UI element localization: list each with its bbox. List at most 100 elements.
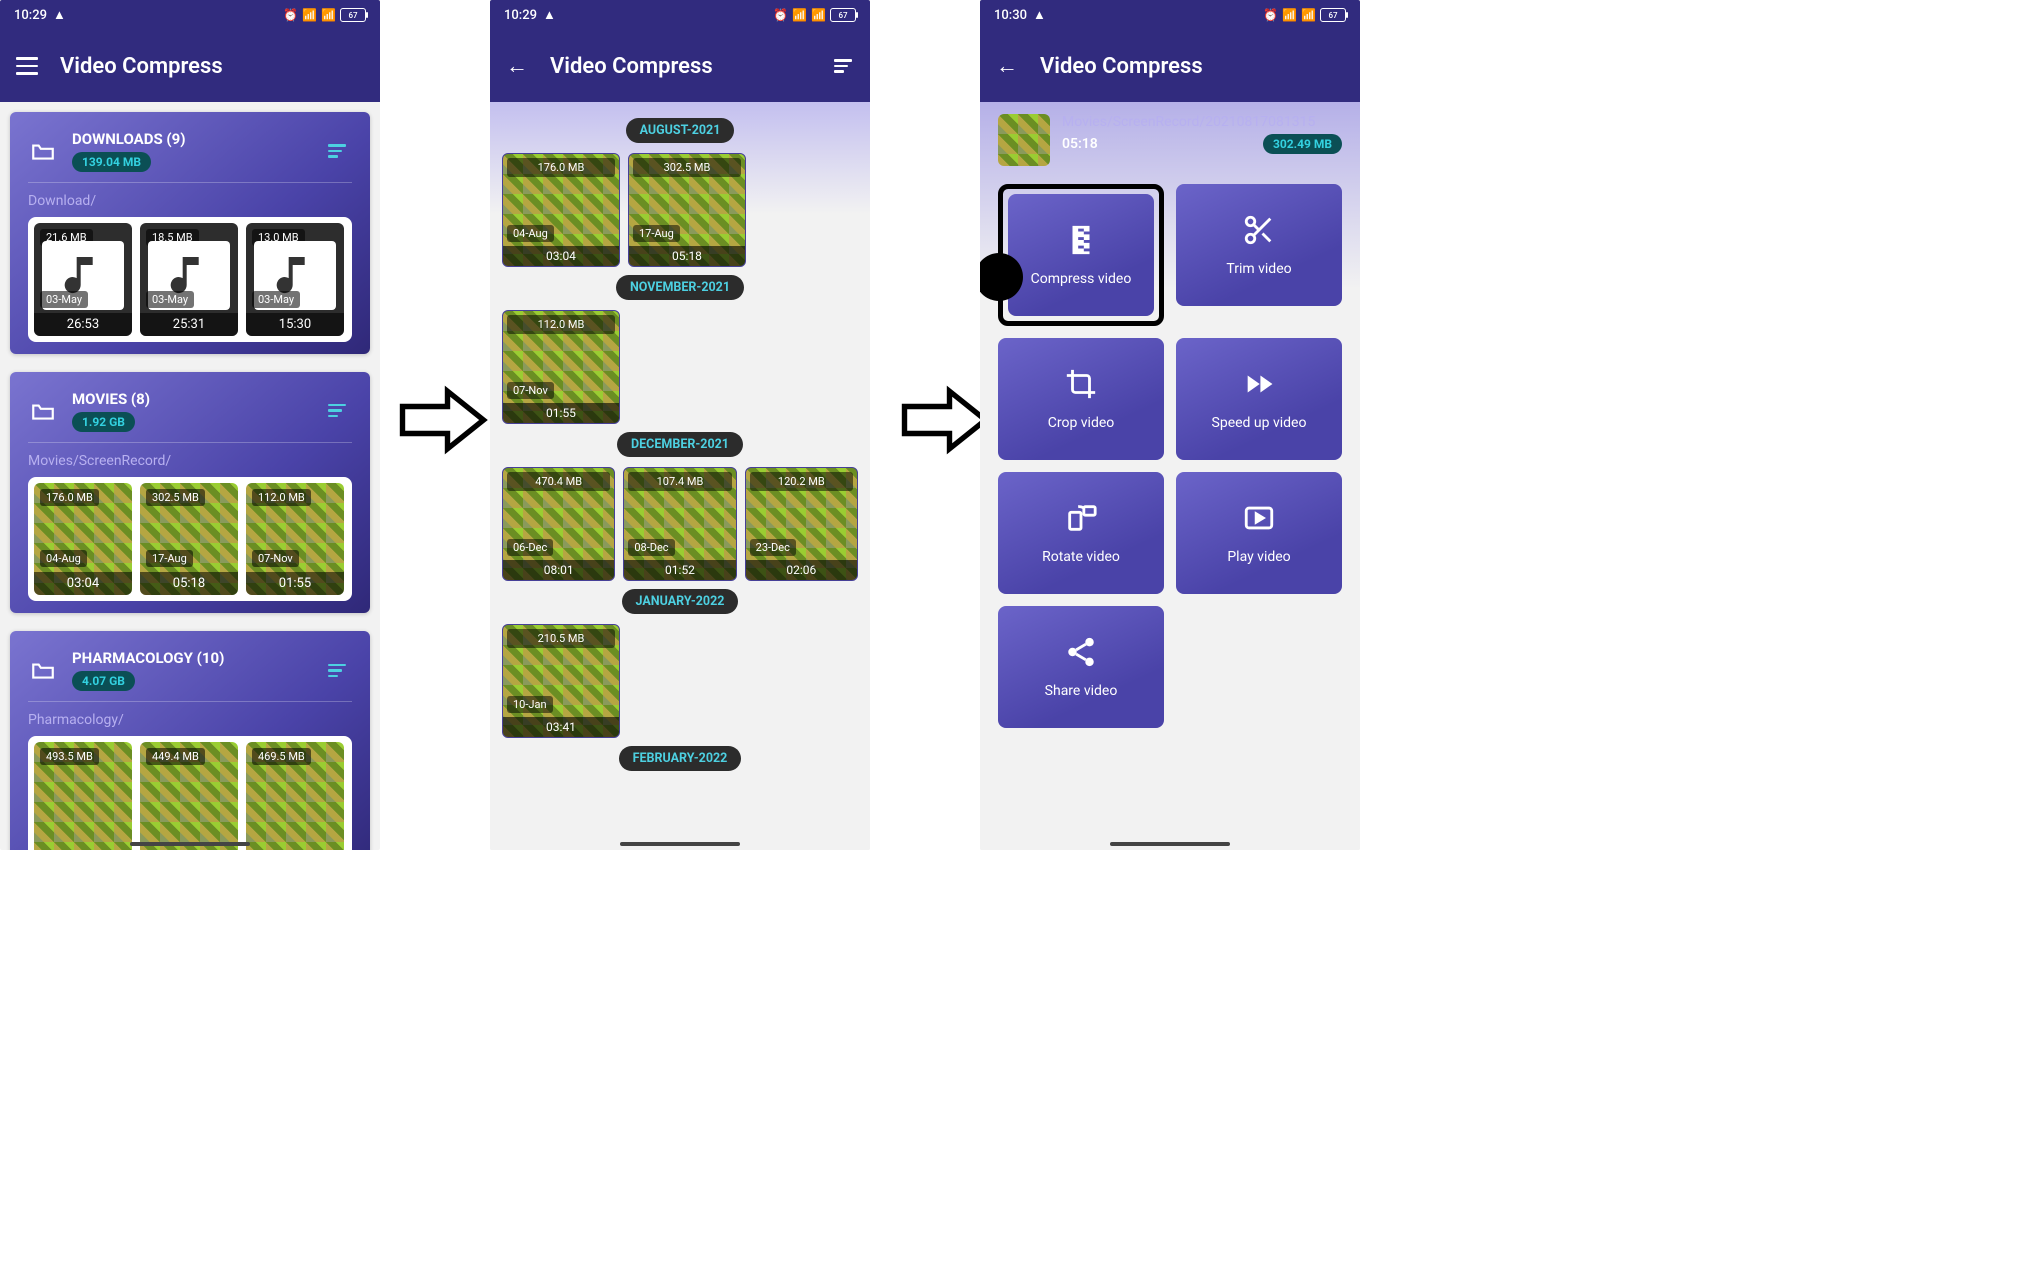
app-title: Video Compress <box>550 54 713 79</box>
folder-list[interactable]: DOWNLOADS (9) 139.04 MB Download/21.6 MB… <box>0 102 380 850</box>
action-rotate[interactable]: Rotate video <box>998 472 1164 594</box>
folder-icon <box>28 138 58 164</box>
thumb-date: 06-Dec <box>507 539 553 556</box>
battery-icon: 67 <box>340 8 366 22</box>
video-thumbnail[interactable]: 176.0 MB04-Aug03:04 <box>34 483 132 596</box>
action-label: Share video <box>1045 683 1118 699</box>
thumb-date: 07-Nov <box>507 382 554 399</box>
thumb-date: 03-May <box>146 291 194 308</box>
back-button[interactable]: ← <box>992 51 1022 81</box>
video-thumbnail[interactable]: 302.5 MB17-Aug05:18 <box>140 483 238 596</box>
folder-icon <box>28 657 58 683</box>
thumb-size: 302.5 MB <box>633 158 741 177</box>
folder-path: Pharmacology/ <box>28 712 352 728</box>
video-row: 470.4 MB 06-Dec 08:01107.4 MB 08-Dec 01:… <box>502 467 858 581</box>
video-thumbnail[interactable]: 469.5 MB <box>246 742 344 850</box>
folder-card[interactable]: DOWNLOADS (9) 139.04 MB Download/21.6 MB… <box>10 112 370 354</box>
thumb-date: 08-Dec <box>628 539 674 556</box>
file-thumbnail <box>998 114 1050 166</box>
video-thumbnail[interactable]: 21.6 MB03-May26:53 <box>34 223 132 336</box>
warning-icon: ▲ <box>53 7 66 23</box>
battery-icon: 67 <box>830 8 856 22</box>
alarm-icon: ⏰ <box>1263 8 1278 22</box>
trim-icon <box>1242 213 1276 251</box>
video-row: 210.5 MB 10-Jan 03:41 <box>502 624 858 738</box>
crop-icon <box>1064 367 1098 405</box>
file-duration: 05:18 <box>1062 136 1098 152</box>
video-grid-by-month[interactable]: AUGUST-2021176.0 MB 04-Aug 03:04302.5 MB… <box>490 102 870 850</box>
app-bar: ← Video Compress <box>490 30 870 102</box>
warning-icon: ▲ <box>1033 7 1046 23</box>
folder-size-badge: 1.92 GB <box>72 412 135 432</box>
app-title: Video Compress <box>1040 54 1203 79</box>
signal-icon: 📶 <box>1301 8 1316 22</box>
play-icon <box>1242 501 1276 539</box>
screen-1-folders: 10:29 ▲ ⏰ 📶 📶 67 Video Compress DOWNLOAD… <box>0 0 380 850</box>
month-header: AUGUST-2021 <box>626 118 735 143</box>
thumb-size: 210.5 MB <box>507 629 615 648</box>
folder-sort-button[interactable] <box>322 655 352 685</box>
folder-sort-button[interactable] <box>322 136 352 166</box>
action-share[interactable]: Share video <box>998 606 1164 728</box>
video-thumbnail[interactable]: 112.0 MB07-Nov01:55 <box>246 483 344 596</box>
folder-title: DOWNLOADS (9) <box>72 130 186 148</box>
back-arrow-icon: ← <box>996 53 1018 79</box>
video-thumbnail[interactable]: 210.5 MB 10-Jan 03:41 <box>502 624 620 738</box>
thumbnail-row: 21.6 MB03-May26:5318.5 MB03-May25:3113.0… <box>28 217 352 342</box>
thumb-size: 120.2 MB <box>750 472 853 491</box>
file-size-badge: 302.49 MB <box>1263 134 1342 154</box>
action-compress[interactable]: Compress video <box>1008 194 1154 316</box>
folder-card[interactable]: PHARMACOLOGY (10) 4.07 GB Pharmacology/4… <box>10 631 370 850</box>
folder-icon <box>28 398 58 424</box>
thumb-date: 10-Jan <box>507 696 553 713</box>
menu-button[interactable] <box>12 51 42 81</box>
speed-icon <box>1242 367 1276 405</box>
thumb-duration: 02:06 <box>746 560 857 580</box>
battery-icon: 67 <box>1320 8 1346 22</box>
video-thumbnail[interactable]: 493.5 MB <box>34 742 132 850</box>
folder-path: Movies/ScreenRecord/ <box>28 453 352 469</box>
folder-size-badge: 139.04 MB <box>72 152 151 172</box>
back-button[interactable]: ← <box>502 51 532 81</box>
video-thumbnail[interactable]: 13.0 MB03-May15:30 <box>246 223 344 336</box>
video-thumbnail[interactable]: 18.5 MB03-May25:31 <box>140 223 238 336</box>
folder-path: Download/ <box>28 193 352 209</box>
file-path: Movies/ScreenRecord/20210817081315 <box>1062 114 1342 130</box>
thumb-size: 176.0 MB <box>507 158 615 177</box>
video-thumbnail[interactable]: 112.0 MB 07-Nov 01:55 <box>502 310 620 424</box>
thumbnail-row: 176.0 MB04-Aug03:04302.5 MB17-Aug05:1811… <box>28 477 352 602</box>
thumb-duration: 03:04 <box>503 246 619 266</box>
signal-icon: 📶 <box>792 8 807 22</box>
thumb-duration: 15:30 <box>246 313 344 336</box>
app-title: Video Compress <box>60 54 223 79</box>
folder-size-badge: 4.07 GB <box>72 671 135 691</box>
status-time: 10:30 <box>994 8 1027 23</box>
video-row: 112.0 MB 07-Nov 01:55 <box>502 310 858 424</box>
video-thumbnail[interactable]: 302.5 MB 17-Aug 05:18 <box>628 153 746 267</box>
gesture-handle <box>130 842 250 846</box>
thumbnail-row: 493.5 MB449.4 MB469.5 MB <box>28 736 352 850</box>
thumb-duration: 03:41 <box>503 717 619 737</box>
action-trim[interactable]: Trim video <box>1176 184 1342 306</box>
video-thumbnail[interactable]: 176.0 MB 04-Aug 03:04 <box>502 153 620 267</box>
action-speed[interactable]: Speed up video <box>1176 338 1342 460</box>
action-label: Trim video <box>1226 261 1291 277</box>
thumb-duration: 05:18 <box>140 572 238 595</box>
thumb-date: 03-May <box>40 291 88 308</box>
video-thumbnail[interactable]: 120.2 MB 23-Dec 02:06 <box>745 467 858 581</box>
thumb-date: 07-Nov <box>252 550 299 567</box>
selected-file-info: Movies/ScreenRecord/20210817081315 05:18… <box>998 114 1342 166</box>
thumb-duration: 01:52 <box>624 560 735 580</box>
video-thumbnail[interactable]: 470.4 MB 06-Dec 08:01 <box>502 467 615 581</box>
video-thumbnail[interactable]: 449.4 MB <box>140 742 238 850</box>
video-thumbnail[interactable]: 107.4 MB 08-Dec 01:52 <box>623 467 736 581</box>
screen-3-actions: 10:30 ▲ ⏰ 📶 📶 67 ← Video Compress Movies… <box>980 0 1360 850</box>
folder-card[interactable]: MOVIES (8) 1.92 GB Movies/ScreenRecord/1… <box>10 372 370 614</box>
action-crop[interactable]: Crop video <box>998 338 1164 460</box>
folder-sort-button[interactable] <box>322 396 352 426</box>
thumb-duration: 08:01 <box>503 560 614 580</box>
action-play[interactable]: Play video <box>1176 472 1342 594</box>
signal-icon: 📶 <box>811 8 826 22</box>
thumb-date: 23-Dec <box>750 539 796 556</box>
sort-button[interactable] <box>828 51 858 81</box>
